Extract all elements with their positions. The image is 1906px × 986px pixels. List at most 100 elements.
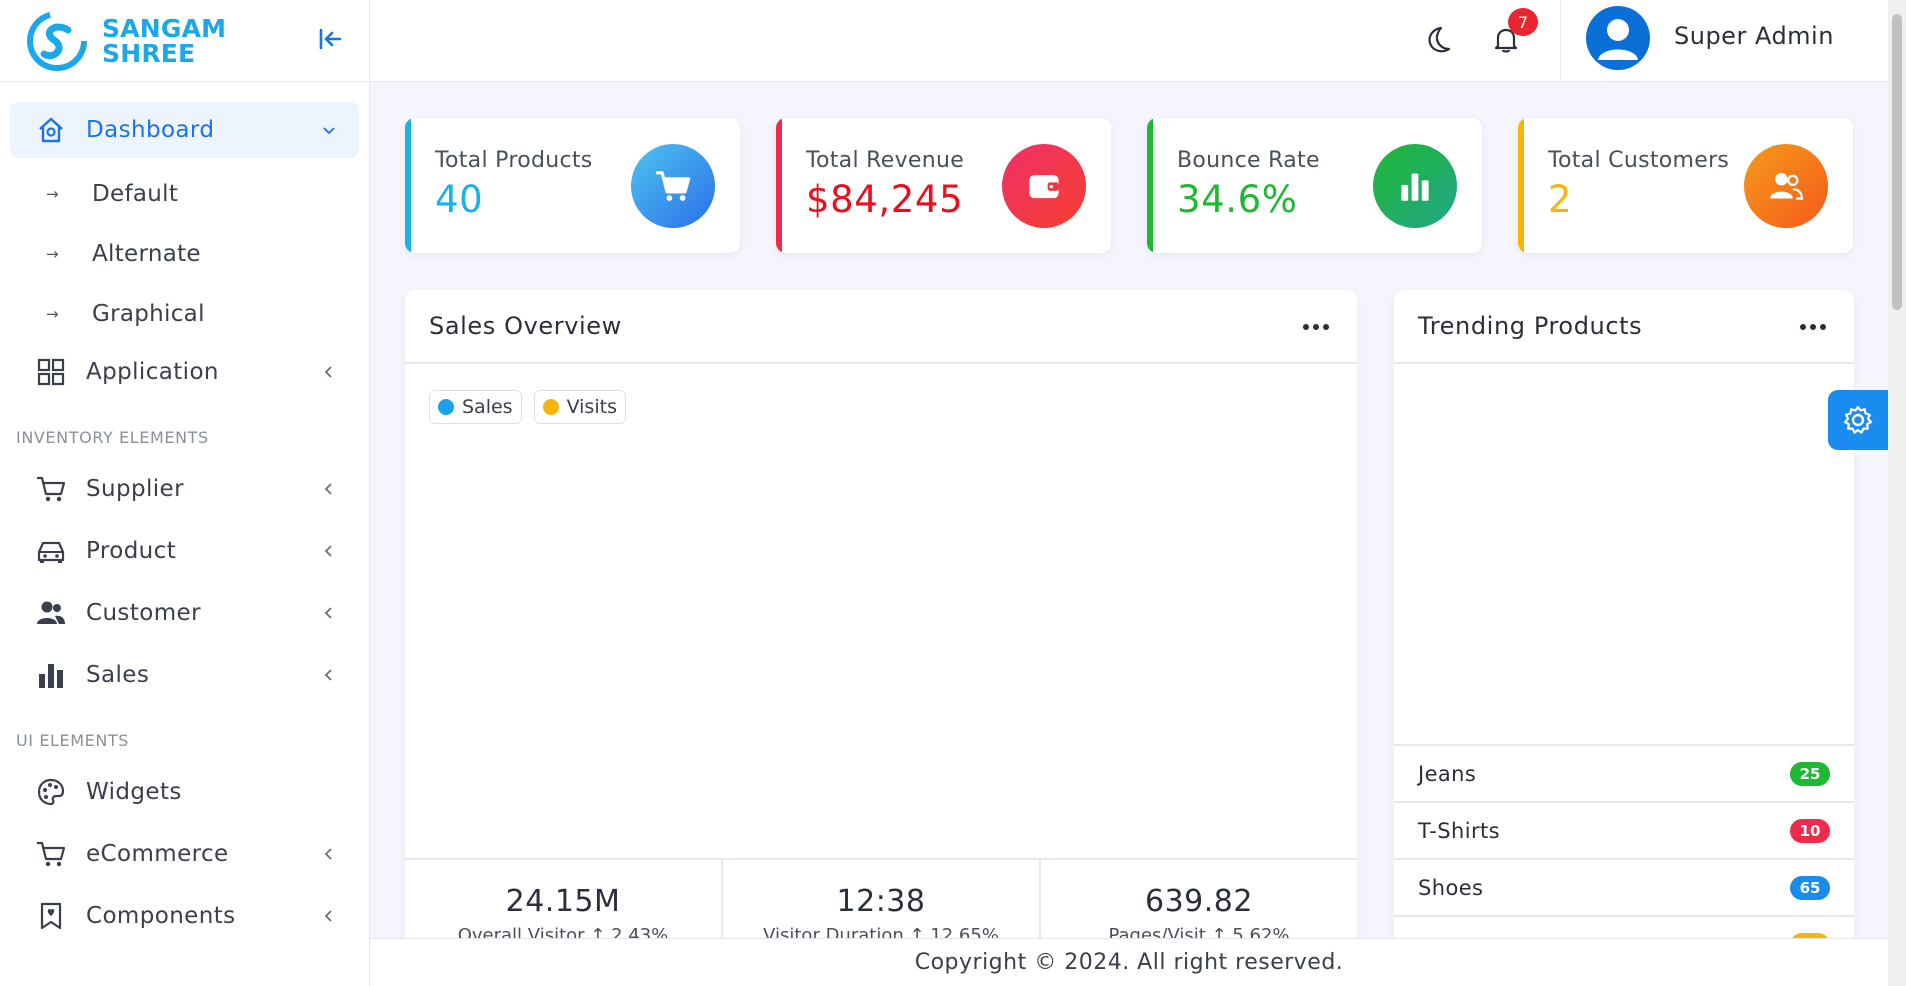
settings-panel-button[interactable] [1828, 390, 1888, 450]
brand-line2: SHREE [102, 38, 196, 68]
sidebar-item-ecommerce[interactable]: eCommerce [10, 826, 359, 882]
wallet-icon [1002, 144, 1086, 228]
legend-label: Sales [462, 396, 513, 418]
sidebar-subitem-alternate[interactable]: → Alternate [10, 224, 359, 284]
list-item[interactable]: T-Shirts 10 [1394, 801, 1854, 858]
more-options-button[interactable] [1800, 320, 1826, 334]
count-badge: 65 [1790, 876, 1830, 900]
legend-item-sales[interactable]: Sales [429, 390, 522, 424]
users-icon [34, 596, 68, 630]
chevron-down-icon [319, 120, 339, 140]
brand-name: SANGAM SHREE [102, 16, 226, 66]
dot [1313, 324, 1319, 330]
count-badge: 10 [1790, 819, 1830, 843]
stat-accent-bar [1147, 118, 1153, 253]
metric-value: 639.82 [1145, 884, 1253, 919]
metric-value: 24.15M [505, 884, 621, 919]
gear-icon [1843, 405, 1873, 434]
chevron-left-icon [319, 844, 339, 864]
sales-overview-panel: Sales Overview Sales Visits 24.15M Overa… [405, 290, 1357, 986]
sidebar-item-application[interactable]: Application [10, 344, 359, 400]
sidebar-item-label: Application [86, 359, 219, 385]
bar-chart-icon [34, 658, 68, 692]
moon-icon [1428, 26, 1451, 53]
stat-label: Total Customers [1548, 148, 1730, 173]
section-title-inventory: INVENTORY ELEMENTS [16, 428, 209, 447]
sidebar-item-product[interactable]: Product [10, 523, 359, 579]
chevron-left-icon [319, 479, 339, 499]
users-icon [1744, 144, 1828, 228]
sidebar-item-label: Product [86, 538, 177, 564]
home-icon [34, 113, 68, 147]
arrow-right-icon: → [46, 305, 59, 323]
arrow-right-icon: → [46, 245, 59, 263]
sidebar-item-label: Dashboard [86, 117, 215, 143]
chevron-left-icon [319, 906, 339, 926]
chevron-left-icon [319, 665, 339, 685]
more-options-button[interactable] [1303, 320, 1329, 334]
product-name: Jeans [1418, 761, 1477, 786]
brand-s-logo-icon[interactable] [26, 10, 88, 72]
sidebar-item-label: Customer [86, 600, 201, 626]
sidebar-nav: Dashboard → Default → Alternate → Graphi… [0, 82, 369, 944]
scrollbar-thumb[interactable] [1892, 14, 1902, 310]
stat-value: $84,245 [806, 178, 964, 221]
metric-value: 12:38 [836, 884, 926, 919]
stat-value: 40 [435, 178, 484, 221]
dot [1820, 324, 1826, 330]
sidebar-item-widgets[interactable]: Widgets [10, 764, 359, 820]
sidebar-item-sales[interactable]: Sales [10, 647, 359, 703]
sidebar-item-dashboard[interactable]: Dashboard [10, 102, 359, 158]
legend-dot [438, 399, 454, 415]
collapse-sidebar-button[interactable] [315, 24, 345, 54]
bar-chart-icon [1373, 144, 1457, 228]
dot [1303, 324, 1309, 330]
sidebar-item-label: eCommerce [86, 841, 229, 867]
sidebar: SANGAM SHREE Dashboard → Default → Alter… [0, 0, 370, 986]
header-divider [1560, 0, 1561, 82]
dot [1323, 324, 1329, 330]
sidebar-item-label: Supplier [86, 476, 184, 502]
count-badge: 25 [1790, 762, 1830, 786]
stat-card-total-customers: Total Customers 2 [1518, 118, 1853, 253]
collapse-left-icon [319, 28, 342, 50]
grid-icon [34, 355, 68, 389]
list-item[interactable]: Jeans 25 [1394, 744, 1854, 801]
sidebar-item-supplier[interactable]: Supplier [10, 461, 359, 517]
section-title-ui: UI ELEMENTS [16, 731, 130, 750]
cart-icon [34, 837, 68, 871]
trending-products-panel: Trending Products Jeans 25 T-Shirts 10 S… [1394, 290, 1854, 986]
stat-label: Bounce Rate [1177, 148, 1320, 173]
sidebar-subitem-label: Alternate [92, 241, 201, 267]
sidebar-item-label: Components [86, 903, 236, 929]
list-item[interactable]: Shoes 65 [1394, 858, 1854, 915]
sidebar-item-label: Sales [86, 662, 150, 688]
legend-item-visits[interactable]: Visits [533, 390, 626, 424]
chevron-left-icon [319, 603, 339, 623]
user-avatar-icon [1598, 19, 1638, 60]
sidebar-subitem-graphical[interactable]: → Graphical [10, 284, 359, 344]
page-scrollbar[interactable] [1888, 0, 1906, 986]
chevron-left-icon [319, 541, 339, 561]
user-name[interactable]: Super Admin [1674, 22, 1834, 50]
stat-value: 2 [1548, 178, 1573, 221]
product-name: Shoes [1418, 875, 1484, 900]
bookmark-heart-icon [34, 899, 68, 933]
chart-legend: Sales Visits [429, 390, 626, 424]
palette-icon [34, 775, 68, 809]
sidebar-item-customer[interactable]: Customer [10, 585, 359, 641]
dark-mode-toggle[interactable] [1418, 20, 1458, 60]
legend-dot [542, 399, 559, 415]
stat-card-bounce-rate: Bounce Rate 34.6% [1147, 118, 1482, 253]
cart-icon [631, 144, 715, 228]
stat-card-total-products: Total Products 40 [405, 118, 740, 253]
stat-accent-bar [405, 118, 411, 253]
sidebar-subitem-default[interactable]: → Default [10, 164, 359, 224]
stat-accent-bar [776, 118, 782, 253]
notification-count-badge: 7 [1508, 8, 1538, 36]
panel-title: Trending Products [1418, 312, 1643, 340]
user-avatar[interactable] [1586, 6, 1650, 70]
brand-line1: SANGAM [102, 13, 227, 43]
car-icon [34, 534, 68, 568]
sidebar-item-components[interactable]: Components [10, 888, 359, 944]
